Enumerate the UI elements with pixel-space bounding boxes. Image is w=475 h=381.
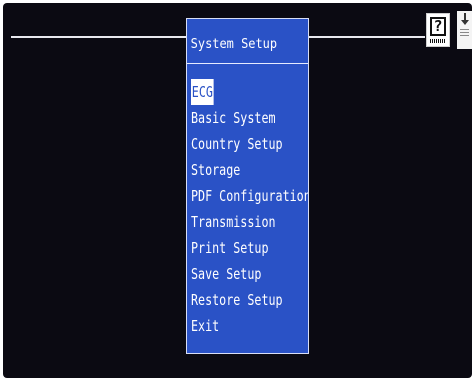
menu-item-label: Storage bbox=[191, 161, 241, 179]
menu-item-transmission[interactable]: Transmission bbox=[187, 209, 308, 235]
download-document-icon[interactable] bbox=[457, 11, 472, 49]
menu-item-restore-setup[interactable]: Restore Setup bbox=[187, 287, 308, 313]
menu-item-label: PDF Configuration bbox=[191, 187, 308, 205]
menu-item-label: Basic System bbox=[191, 109, 276, 127]
menu-item-label: Restore Setup bbox=[191, 291, 283, 309]
document-lines bbox=[460, 29, 469, 30]
menu-title: System Setup bbox=[190, 37, 278, 52]
menu-item-label: Print Setup bbox=[191, 239, 269, 257]
menu-item-list: ECG Basic System Country Setup Storage PDF C… bbox=[187, 79, 308, 339]
question-mark-icon: ? bbox=[430, 17, 446, 36]
menu-item-print-setup[interactable]: Print Setup bbox=[187, 235, 308, 261]
menu-item-exit[interactable]: Exit bbox=[187, 313, 308, 339]
help-icon-bar bbox=[430, 39, 446, 43]
menu-item-ecg[interactable]: ECG bbox=[187, 79, 308, 105]
menu-item-basic-system[interactable]: Basic System bbox=[187, 105, 308, 131]
menu-item-label: Save Setup bbox=[191, 265, 262, 283]
header-rule-left bbox=[11, 36, 189, 38]
system-setup-menu: System Setup ECG Basic System Country Setu… bbox=[186, 18, 309, 354]
menu-item-pdf-configuration[interactable]: PDF Configuration bbox=[187, 183, 308, 209]
download-arrow-icon bbox=[461, 13, 469, 25]
menu-item-save-setup[interactable]: Save Setup bbox=[187, 261, 308, 287]
menu-item-storage[interactable]: Storage bbox=[187, 157, 308, 183]
header-rule-right bbox=[309, 36, 425, 38]
menu-item-label: ECG bbox=[191, 79, 214, 105]
help-icon[interactable]: ? bbox=[426, 13, 450, 47]
menu-item-label: Country Setup bbox=[191, 135, 283, 153]
menu-divider bbox=[187, 63, 308, 64]
device-screen: ? System Setup ECG Basic System Country Se… bbox=[3, 3, 472, 378]
menu-item-label: Transmission bbox=[191, 213, 276, 231]
menu-item-country-setup[interactable]: Country Setup bbox=[187, 131, 308, 157]
menu-item-label: Exit bbox=[191, 317, 220, 335]
